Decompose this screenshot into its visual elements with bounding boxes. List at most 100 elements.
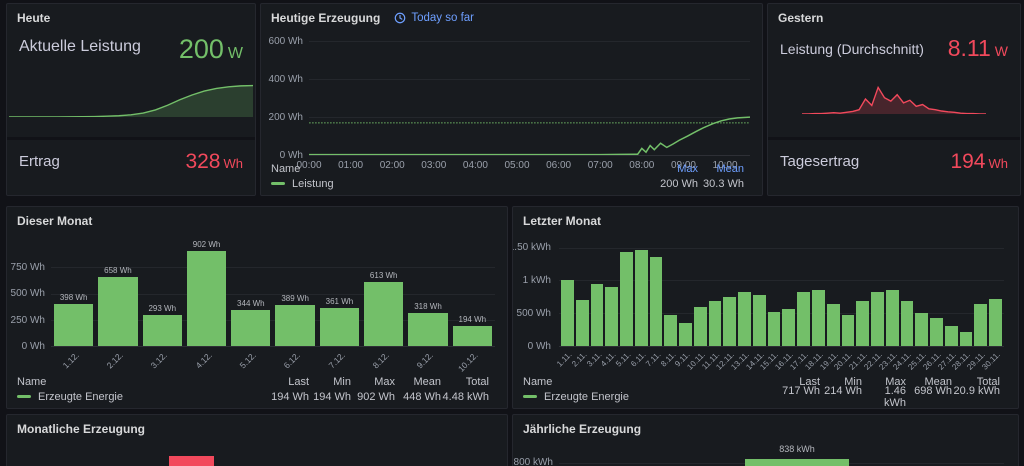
y-axis: 0 Wh250 Wh500 Wh750 Wh [7, 241, 49, 347]
sparkline-svg [802, 84, 986, 114]
legend-col-name[interactable]: Name [271, 163, 300, 175]
bar-4.12.: 902 Wh4.12. [187, 241, 226, 346]
tagesertrag-value: 194 Wh [950, 150, 1008, 174]
x-tick-label: 10.12. [456, 350, 480, 374]
sparkline-svg [9, 84, 253, 117]
bar-14.11.: 14.11. [753, 241, 766, 346]
bar-rect [753, 295, 766, 346]
bar-rect [320, 308, 359, 346]
panel-monatliche-erzeugung: Monatliche Erzeugung [6, 414, 508, 466]
plot-area[interactable] [309, 32, 750, 156]
legend-series-erzeugte-energie[interactable]: Erzeugte Energie [17, 391, 123, 403]
legend-col-name[interactable]: Name [17, 376, 46, 388]
legend-col-last[interactable]: Last [263, 376, 309, 388]
series-name: Erzeugte Energie [38, 391, 123, 403]
legend-col-max[interactable]: Max [351, 376, 395, 388]
panel-title-jaehrliche-erzeugung[interactable]: Jährliche Erzeugung [523, 422, 641, 436]
ertrag-label: Ertrag [19, 153, 60, 170]
bar-23.11.: 23.11. [886, 241, 899, 346]
bar-10.11.: 10.11. [694, 241, 707, 346]
plot-area[interactable]: 398 Wh1.12.658 Wh2.12.293 Wh3.12.902 Wh4… [51, 241, 495, 347]
bar-7.11.: 7.11. [650, 241, 663, 346]
legend-col-min[interactable]: Min [309, 376, 351, 388]
legend-header-row: Name Max Mean [271, 161, 744, 176]
bar-rect [945, 326, 958, 346]
x-tick-label: 2.11. [570, 350, 589, 369]
x-tick-label: 7.12. [326, 350, 346, 370]
ertrag-number: 328 [185, 150, 220, 174]
legend: Name Last Min Max Mean Total Erzeugte En… [523, 374, 1000, 404]
y-tick-label: 200 Wh [269, 112, 303, 123]
legend-series-row: Erzeugte Energie 717 Wh 214 Wh 1.46 kWh … [523, 389, 1000, 404]
panel-heute: Heute Aktuelle Leistung 200 W Ertrag 328… [6, 3, 256, 196]
bar-13.11.: 13.11. [738, 241, 751, 346]
avg-power-value: 8.11 W [948, 35, 1008, 62]
legend-col-total[interactable]: Total [441, 376, 489, 388]
bar-rect [679, 323, 692, 346]
y-tick-label: 400 Wh [269, 74, 303, 85]
bar-rect [143, 315, 182, 346]
x-tick-label: 9.12. [415, 350, 435, 370]
bar-18.11.: 18.11. [812, 241, 825, 346]
bar-rect [453, 326, 492, 346]
legend-series-row: Leistung 200 Wh 30.3 Wh [271, 176, 744, 191]
bar-rect [871, 292, 884, 346]
panel-title-gestern[interactable]: Gestern [778, 11, 823, 25]
current-power-unit: W [228, 45, 243, 63]
legend-col-mean[interactable]: Mean [698, 163, 744, 175]
partial-green-bar [745, 459, 849, 466]
legend-max-value: 1.46 kWh [862, 385, 906, 409]
legend-col-mean[interactable]: Mean [395, 376, 441, 388]
bar-value-label: 194 Wh [459, 315, 487, 324]
legend-col-name[interactable]: Name [523, 376, 552, 388]
bar-rect [960, 332, 973, 346]
y-tick-label: 0 Wh [528, 341, 551, 352]
avg-power-unit: W [995, 43, 1008, 59]
series-color-dash-icon [271, 182, 285, 185]
legend-series-erzeugte-energie[interactable]: Erzeugte Energie [523, 391, 629, 403]
panel-dieser-monat: Dieser Monat 0 Wh250 Wh500 Wh750 Wh 398 … [6, 206, 508, 409]
dashboard: Heute Aktuelle Leistung 200 W Ertrag 328… [0, 0, 1024, 466]
bar-rect [187, 251, 226, 346]
bar-6.12.: 389 Wh6.12. [275, 241, 314, 346]
legend-mean-value: 698 Wh [906, 385, 952, 409]
plot-area[interactable]: 1.11.2.11.3.11.4.11.5.11.6.11.7.11.8.11.… [559, 241, 1004, 347]
bar-22.11.: 22.11. [871, 241, 884, 346]
panel-title-monatliche-erzeugung[interactable]: Monatliche Erzeugung [17, 422, 145, 436]
panel-title-heute[interactable]: Heute [17, 11, 50, 25]
x-tick-label: 6.11. [629, 350, 648, 369]
legend-mean-value: 30.3 Wh [698, 178, 744, 190]
y-axis: 0 Wh500 Wh1 kWh1.50 kWh [513, 241, 555, 347]
bar-rect [723, 297, 736, 346]
bar-value-label: 389 Wh [281, 294, 309, 303]
y-tick-label: 500 Wh [11, 288, 45, 299]
x-tick-label: 5.12. [237, 350, 257, 370]
bar-10.12.: 194 Wh10.12. [453, 241, 492, 346]
y-tick-label: 0 Wh [22, 341, 45, 352]
bar-1.11.: 1.11. [561, 241, 574, 346]
bar-17.11.: 17.11. [797, 241, 810, 346]
legend-series-leistung[interactable]: Leistung [271, 178, 334, 190]
panel-divider [7, 137, 255, 140]
x-tick-label: 8.12. [370, 350, 390, 370]
bar-rect [782, 309, 795, 346]
y-axis: 0 Wh200 Wh400 Wh600 Wh [261, 32, 307, 156]
legend-last-value: 717 Wh [774, 385, 820, 409]
bar-8.12.: 613 Wh8.12. [364, 241, 403, 346]
bar-rect [694, 307, 707, 346]
legend: Name Max Mean Leistung 200 Wh 30.3 Wh [271, 161, 744, 191]
bar-rect [408, 313, 447, 346]
bars: 1.11.2.11.3.11.4.11.5.11.6.11.7.11.8.11.… [559, 241, 1004, 346]
bar-rect [54, 304, 93, 346]
x-tick-label: 2.12. [105, 350, 125, 370]
legend-last-value: 194 Wh [263, 391, 309, 403]
series-name: Erzeugte Energie [544, 391, 629, 403]
avg-power-label: Leistung (Durchschnitt) [780, 41, 924, 57]
legend-min-value: 194 Wh [309, 391, 351, 403]
legend-col-max[interactable]: Max [646, 163, 698, 175]
current-power-label: Aktuelle Leistung [19, 38, 141, 56]
bar-rect [591, 284, 604, 346]
bar-27.11.: 27.11. [945, 241, 958, 346]
legend-max-value: 902 Wh [351, 391, 395, 403]
bar-rect [98, 277, 137, 346]
